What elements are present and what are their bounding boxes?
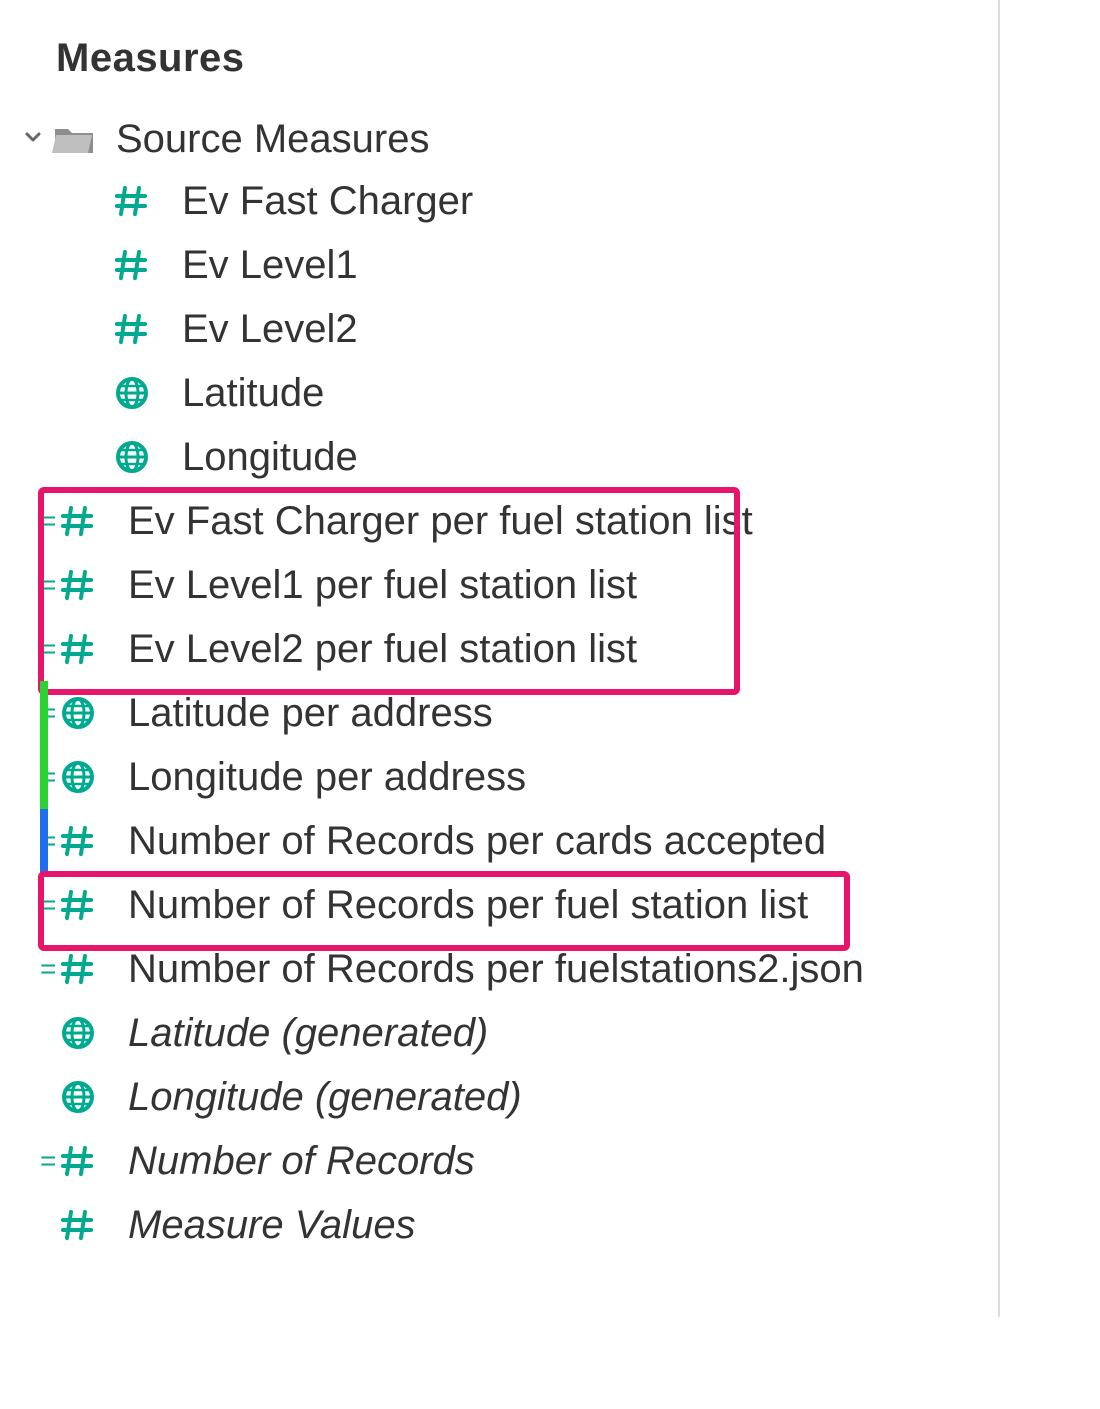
- hash-icon: [110, 307, 154, 351]
- measure-item[interactable]: = Number of Records per cards accepted: [0, 809, 1000, 873]
- measure-item[interactable]: = Ev Level2 per fuel station list: [0, 617, 1000, 681]
- measure-item[interactable]: = Ev Fast Charger per fuel station list: [0, 489, 1000, 553]
- measure-label: Longitude (generated): [128, 1075, 522, 1120]
- measure-label: Ev Level1: [182, 243, 358, 288]
- calc-hash-icon: =: [56, 627, 100, 671]
- measure-label: Ev Level2: [182, 307, 358, 352]
- measure-label: Ev Level2 per fuel station list: [128, 627, 637, 672]
- measure-item[interactable]: Latitude (generated): [0, 1001, 1000, 1065]
- folder-label: Source Measures: [116, 117, 429, 162]
- calc-hash-icon: =: [56, 1139, 100, 1183]
- measure-label: Number of Records: [128, 1139, 475, 1184]
- measure-label: Ev Level1 per fuel station list: [128, 563, 637, 608]
- measure-item[interactable]: = Ev Level1 per fuel station list: [0, 553, 1000, 617]
- measure-label: Latitude: [182, 371, 324, 416]
- globe-icon: [56, 1011, 100, 1055]
- measure-item[interactable]: = Longitude per address: [0, 745, 1000, 809]
- measure-label: Measure Values: [128, 1203, 416, 1248]
- measure-item[interactable]: = Latitude per address: [0, 681, 1000, 745]
- calc-hash-icon: =: [56, 499, 100, 543]
- calc-hash-icon: =: [56, 883, 100, 927]
- chevron-down-icon[interactable]: [20, 124, 46, 150]
- measure-label: Number of Records per fuel station list: [128, 883, 808, 928]
- hash-icon: [110, 179, 154, 223]
- globe-icon: [56, 1075, 100, 1119]
- measure-label: Latitude per address: [128, 691, 493, 736]
- calc-globe-icon: =: [56, 755, 100, 799]
- measures-panel: Measures Source Measures Ev Fast Charger…: [0, 0, 1000, 1317]
- measure-item[interactable]: = Number of Records per fuelstations2.jso…: [0, 937, 1000, 1001]
- globe-icon: [110, 371, 154, 415]
- measure-item[interactable]: Longitude: [0, 425, 1000, 489]
- measure-item[interactable]: Measure Values: [0, 1193, 1000, 1257]
- calc-globe-icon: =: [56, 691, 100, 735]
- hash-icon: [110, 243, 154, 287]
- calc-hash-icon: =: [56, 819, 100, 863]
- folder-source-measures[interactable]: Source Measures: [0, 109, 1000, 169]
- globe-icon: [110, 435, 154, 479]
- measure-item[interactable]: Longitude (generated): [0, 1065, 1000, 1129]
- measure-item[interactable]: = Number of Records: [0, 1129, 1000, 1193]
- measure-label: Ev Fast Charger: [182, 179, 473, 224]
- measure-item[interactable]: Ev Level2: [0, 297, 1000, 361]
- measure-item[interactable]: = Number of Records per fuel station list: [0, 873, 1000, 937]
- measure-item[interactable]: Ev Level1: [0, 233, 1000, 297]
- measure-label: Number of Records per cards accepted: [128, 819, 826, 864]
- measure-label: Number of Records per fuelstations2.json: [128, 947, 864, 992]
- calc-hash-icon: =: [56, 563, 100, 607]
- measure-label: Longitude: [182, 435, 358, 480]
- measures-section-title: Measures: [0, 36, 1000, 81]
- hash-icon: [56, 1203, 100, 1247]
- folder-open-icon: [52, 117, 96, 161]
- measure-label: Latitude (generated): [128, 1011, 488, 1056]
- measure-label: Ev Fast Charger per fuel station list: [128, 499, 753, 544]
- calc-hash-icon: =: [56, 947, 100, 991]
- measure-item[interactable]: Ev Fast Charger: [0, 169, 1000, 233]
- measures-list: Ev Fast Charger Ev Level1 Ev Level2 Latitud…: [0, 169, 1000, 1257]
- measure-label: Longitude per address: [128, 755, 526, 800]
- measure-item[interactable]: Latitude: [0, 361, 1000, 425]
